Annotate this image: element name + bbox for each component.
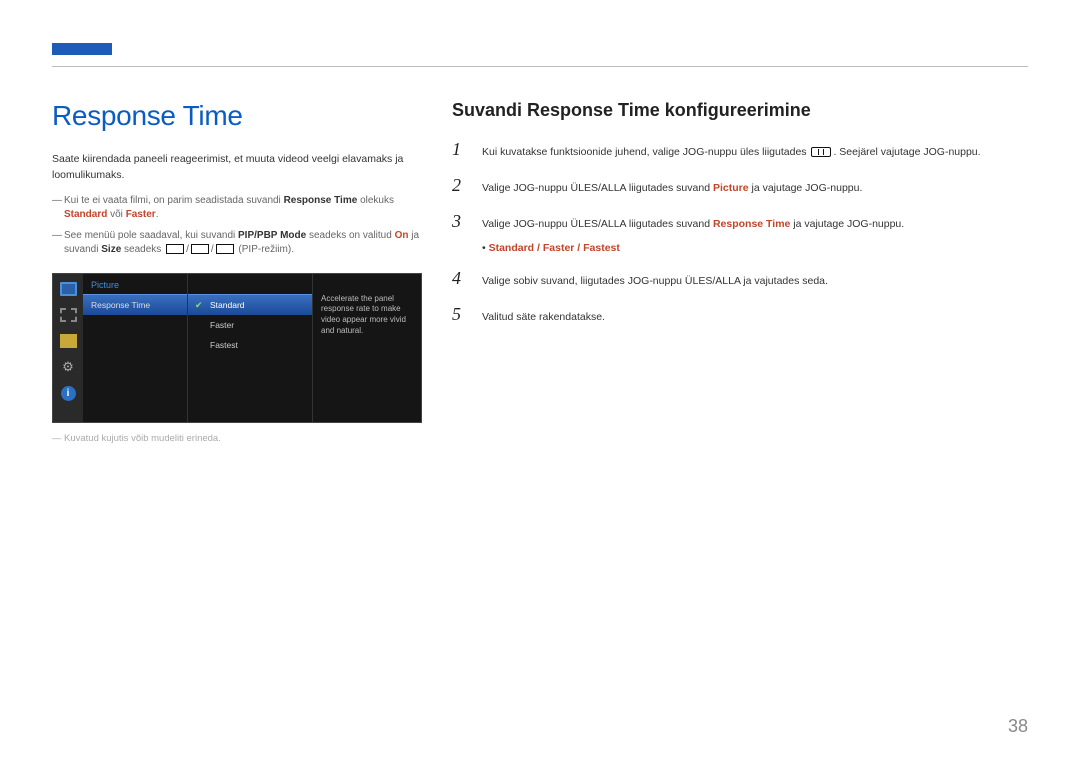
step-number-2: 2	[452, 175, 466, 196]
note-1-text-a: Kui te ei vaata filmi, on parim seadista…	[64, 195, 284, 206]
content-columns: Response Time Saate kiirendada paneeli r…	[52, 100, 1028, 444]
step-number-1: 1	[452, 139, 466, 160]
note-1-text-e: või	[107, 209, 125, 220]
note-1-bold-responsetime: Response Time	[284, 195, 358, 206]
osd-sidebar: ⚙ i	[53, 274, 83, 422]
osd-menu-item-selected: Response Time	[83, 294, 187, 315]
note-1-accent-standard: Standard	[64, 209, 107, 220]
osd-options-list: Standard Faster Fastest	[188, 274, 313, 422]
options-values: Standard / Faster / Fastest	[489, 242, 620, 254]
step-1-text-a: Kui kuvatakse funktsioonide juhend, vali…	[482, 146, 809, 158]
note-2-text-c: seadeks on valitud	[306, 230, 394, 241]
image-footnote: Kuvatud kujutis võib mudeliti erineda.	[52, 433, 422, 444]
jog-menu-icon	[811, 147, 831, 157]
left-column: Response Time Saate kiirendada paneeli r…	[52, 100, 422, 444]
step-2-accent-picture: Picture	[713, 182, 749, 194]
step-3-accent-responsetime: Response Time	[713, 218, 790, 230]
osd-option-standard: Standard	[188, 294, 312, 315]
pip-size-icon-1	[166, 244, 184, 254]
step-2: 2 Valige JOG-nuppu ÜLES/ALLA liigutades …	[452, 175, 1028, 197]
step-2-text-c: ja vajutage JOG-nuppu.	[749, 182, 863, 194]
note-2: See menüü pole saadaval, kui suvandi PIP…	[52, 229, 422, 258]
steps-list: 1 Kui kuvatakse funktsioonide juhend, va…	[452, 139, 1028, 326]
page-number: 38	[1008, 716, 1028, 737]
step-4: 4 Valige sobiv suvand, liigutades JOG-nu…	[452, 268, 1028, 290]
step-5-text: Valitud säte rakendatakse.	[482, 310, 605, 326]
note-2-accent-on: On	[395, 230, 409, 241]
display-icon	[60, 334, 77, 348]
header-accent-bar	[52, 43, 112, 55]
step-3: 3 Valige JOG-nuppu ÜLES/ALLA liigutades …	[452, 211, 1028, 233]
step-number-5: 5	[452, 304, 466, 325]
right-column: Suvandi Response Time konfigureerimine 1…	[452, 100, 1028, 444]
pip-size-icon-3	[216, 244, 234, 254]
step-5: 5 Valitud säte rakendatakse.	[452, 304, 1028, 326]
step-2-text-a: Valige JOG-nuppu ÜLES/ALLA liigutades su…	[482, 182, 713, 194]
step-1-text: Kui kuvatakse funktsioonide juhend, vali…	[482, 145, 981, 161]
info-icon: i	[61, 386, 76, 401]
step-1-text-b: . Seejärel vajutage JOG-nuppu.	[833, 146, 980, 158]
note-2-text-a: See menüü pole saadaval, kui suvandi	[64, 230, 238, 241]
osd-screenshot: ⚙ i Picture Response Time Standard Faste…	[52, 273, 422, 423]
note-2-bold-pipmode: PIP/PBP Mode	[238, 230, 306, 241]
header-rule	[52, 66, 1028, 67]
step-3-text-a: Valige JOG-nuppu ÜLES/ALLA liigutades su…	[482, 218, 713, 230]
note-2-text-g: seadeks	[121, 244, 164, 255]
step-number-4: 4	[452, 268, 466, 289]
note-2-text-h: (PIP-režiim).	[236, 244, 294, 255]
osd-description: Accelerate the panel response rate to ma…	[313, 274, 421, 422]
osd-menu-list: Picture Response Time	[83, 274, 188, 422]
note-2-bold-size: Size	[101, 244, 121, 255]
monitor-icon	[60, 282, 77, 296]
note-1-text-g: .	[156, 209, 159, 220]
options-line: Standard / Faster / Fastest	[482, 242, 1028, 254]
step-3-text: Valige JOG-nuppu ÜLES/ALLA liigutades su…	[482, 217, 904, 233]
note-1-text-c: olekuks	[357, 195, 394, 206]
step-number-3: 3	[452, 211, 466, 232]
note-1: Kui te ei vaata filmi, on parim seadista…	[52, 194, 422, 223]
step-4-text: Valige sobiv suvand, liigutades JOG-nupp…	[482, 274, 828, 290]
note-1-accent-faster: Faster	[126, 209, 156, 220]
intro-text: Saate kiirendada paneeli reageerimist, e…	[52, 152, 422, 184]
pip-icon	[60, 308, 77, 322]
osd-option-faster: Faster	[188, 315, 312, 335]
section-subtitle: Suvandi Response Time konfigureerimine	[452, 100, 1028, 121]
step-1: 1 Kui kuvatakse funktsioonide juhend, va…	[452, 139, 1028, 161]
page-title: Response Time	[52, 100, 422, 132]
gear-icon: ⚙	[60, 360, 77, 374]
step-3-text-c: ja vajutage JOG-nuppu.	[790, 218, 904, 230]
pip-size-icon-2	[191, 244, 209, 254]
step-2-text: Valige JOG-nuppu ÜLES/ALLA liigutades su…	[482, 181, 862, 197]
osd-option-fastest: Fastest	[188, 335, 312, 355]
osd-section-header: Picture	[83, 274, 187, 294]
